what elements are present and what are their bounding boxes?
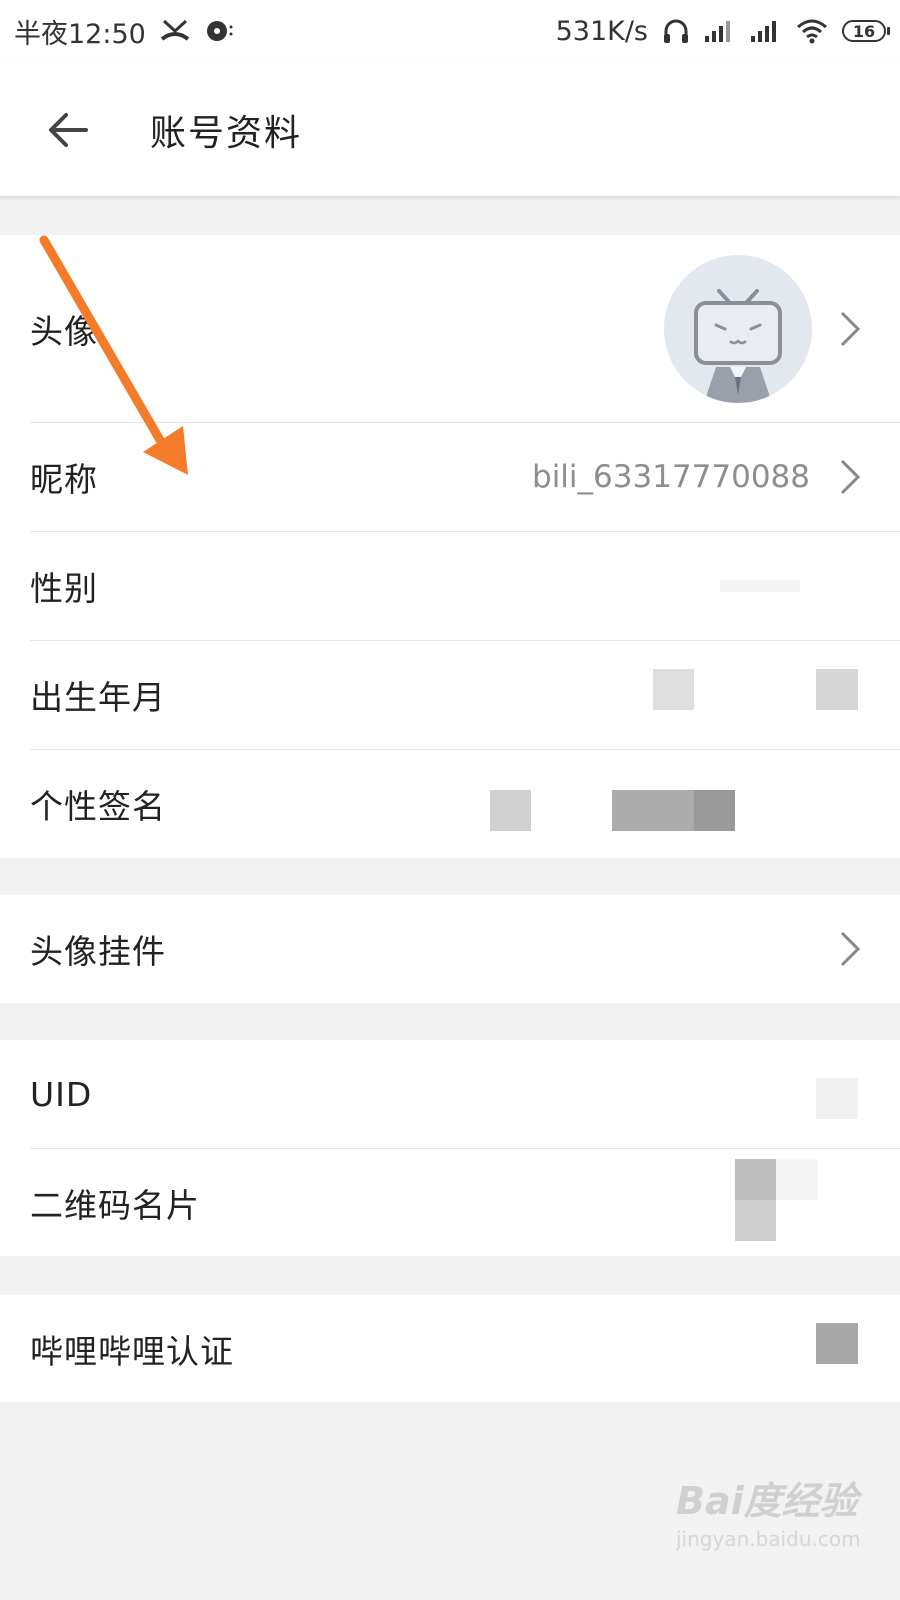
battery-icon: 16 xyxy=(842,20,890,42)
watermark-logo: Bai度经验 xyxy=(676,1479,858,1523)
chevron-right-icon xyxy=(840,931,861,967)
redacted-value xyxy=(720,580,800,592)
back-arrow-icon xyxy=(49,113,88,147)
redacted-chevron xyxy=(816,669,858,710)
gender-row[interactable]: 性别 xyxy=(0,532,900,640)
redacted-qrcode xyxy=(776,1159,817,1200)
signal-icon xyxy=(704,18,736,44)
signature-label: 个性签名 xyxy=(30,787,166,826)
redacted-value xyxy=(490,790,531,831)
chevron-right-icon xyxy=(840,311,861,347)
qrcode-label: 二维码名片 xyxy=(30,1186,200,1225)
missed-call-icon xyxy=(160,17,190,45)
verify-label: 哔哩哔哩认证 xyxy=(30,1332,234,1371)
media-icon xyxy=(204,17,234,45)
signature-row[interactable]: 个性签名 xyxy=(0,750,900,858)
pendant-section: 头像挂件 xyxy=(0,895,900,1003)
birthday-row[interactable]: 出生年月 xyxy=(0,641,900,749)
baidu-jingyan-watermark: Bai度经验 jingyan.baidu.com xyxy=(676,1470,861,1551)
nickname-value: bili_63317770088 xyxy=(532,459,810,495)
bilibili-tv-mascot-icon xyxy=(694,288,782,403)
verify-row[interactable]: 哔哩哔哩认证 xyxy=(0,1295,900,1402)
signal-icon-2 xyxy=(750,18,782,44)
nickname-label: 昵称 xyxy=(30,460,98,499)
nickname-row[interactable]: 昵称 bili_63317770088 xyxy=(0,423,900,531)
avatar xyxy=(664,254,812,403)
network-speed: 531K/s xyxy=(555,15,648,47)
redacted-qrcode xyxy=(735,1159,776,1200)
pendant-row[interactable]: 头像挂件 xyxy=(0,895,900,1003)
qrcode-row[interactable]: 二维码名片 xyxy=(0,1149,900,1256)
profile-section: 头像 昵称 bili_63317770088 性别 出生年月 个性签名 xyxy=(0,235,900,858)
redacted-value xyxy=(816,1078,858,1119)
status-time: 半夜12:50 xyxy=(14,18,146,50)
id-section: UID 二维码名片 xyxy=(0,1040,900,1256)
redacted-value xyxy=(816,1323,858,1364)
headphones-icon xyxy=(662,17,690,45)
chevron-right-icon xyxy=(840,459,861,495)
app-bar: 账号资料 xyxy=(0,62,900,196)
status-bar-right: 531K/s 16 xyxy=(555,15,890,47)
status-bar-left: 半夜12:50 xyxy=(14,12,234,51)
status-bar: 半夜12:50 531K/s 16 xyxy=(0,0,900,62)
back-button[interactable] xyxy=(40,102,96,158)
birthday-label: 出生年月 xyxy=(30,678,166,717)
pendant-label: 头像挂件 xyxy=(30,932,166,971)
avatar-row[interactable]: 头像 xyxy=(0,235,900,422)
redacted-value xyxy=(653,669,694,710)
avatar-label: 头像 xyxy=(30,312,98,351)
uid-label: UID xyxy=(30,1075,93,1114)
redacted-value xyxy=(694,790,735,831)
uid-row[interactable]: UID xyxy=(0,1040,900,1148)
wifi-icon xyxy=(796,18,828,44)
redacted-value xyxy=(612,790,694,831)
verify-section: 哔哩哔哩认证 xyxy=(0,1295,900,1402)
redacted-qrcode xyxy=(735,1200,776,1241)
page-title: 账号资料 xyxy=(150,113,303,154)
watermark-url: jingyan.baidu.com xyxy=(676,1527,861,1551)
gender-label: 性别 xyxy=(30,569,98,608)
